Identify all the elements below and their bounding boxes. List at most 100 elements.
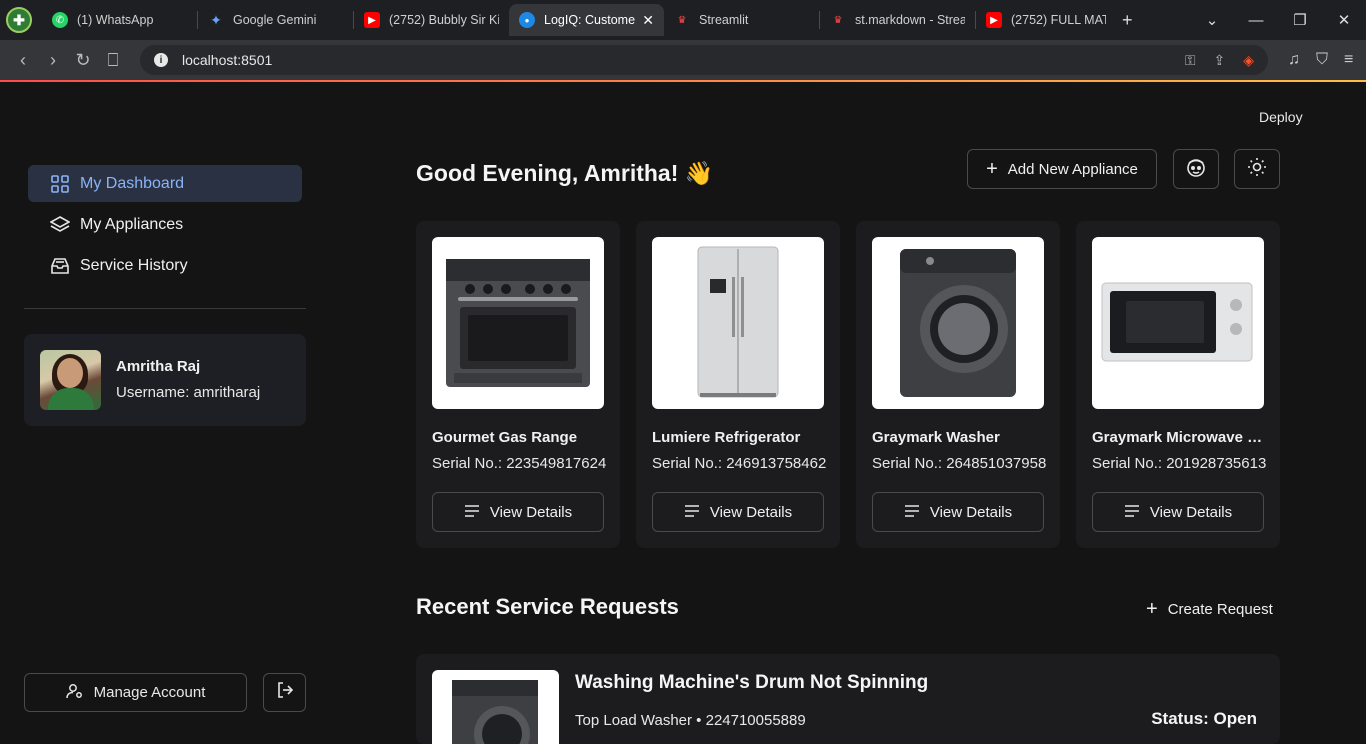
url-field[interactable]: i localhost:8501 ⚿ ⇪ ◈ [140,45,1268,75]
toolbar-right: ♫ ⛉ ≡ [1288,51,1353,69]
create-request-button[interactable]: + Create Request [1146,599,1273,619]
new-tab-icon[interactable]: + [1122,10,1133,31]
restore-icon[interactable]: ❐ [1278,11,1322,29]
back-icon[interactable]: ‹ [8,50,38,71]
inbox-icon [50,256,70,276]
request-title: Washing Machine's Drum Not Spinning [575,672,929,693]
sidebar-item-service-history[interactable]: Service History [28,247,302,284]
browser-tab-whatsapp[interactable]: ✆ (1) WhatsApp [42,4,197,36]
browser-tab-gemini[interactable]: ✦ Google Gemini [198,4,353,36]
appliance-card: Graymark Washer Serial No.: 264851037958… [856,221,1060,548]
app-icon: ● [519,12,535,28]
appliance-card: Graymark Microwave Oven Serial No.: 2019… [1076,221,1280,548]
status-badge: Status: Open [1151,709,1257,728]
tab-title: (2752) FULL MATCH: [1011,13,1106,27]
streamlit-icon: ♛ [833,14,843,26]
appliance-image-microwave [1092,237,1264,409]
bot-icon [1185,156,1207,183]
sidebar-item-dashboard[interactable]: My Dashboard [28,165,302,202]
appliance-serial: Serial No.: 223549817624 [432,455,607,472]
music-icon[interactable]: ♫ [1288,51,1300,69]
appliance-name: Gourmet Gas Range [432,429,578,446]
url-actions: ⚿ ⇪ ◈ [1185,52,1254,69]
request-subtitle: Top Load Washer • 224710055889 [575,712,806,729]
reload-icon[interactable]: ↻ [68,50,98,71]
url-text: localhost:8501 [182,52,273,68]
profile-username: Username: amritharaj [116,384,261,401]
key-icon[interactable]: ⚿ [1185,52,1196,69]
details-lines-icon [684,504,700,521]
logout-icon [276,681,294,704]
browser-tab-st-markdown[interactable]: ♛ st.markdown - Strea [820,4,975,36]
whatsapp-icon: ✆ [52,12,68,28]
forward-icon[interactable]: › [38,50,68,71]
view-details-label: View Details [489,503,573,521]
share-icon[interactable]: ⇪ [1213,52,1225,69]
appliance-name: Graymark Microwave Oven [1092,429,1268,446]
tab-title: (1) WhatsApp [77,13,154,27]
details-lines-icon [464,504,480,521]
sidebar-divider [24,308,306,309]
logout-button[interactable] [263,673,306,712]
view-details-button[interactable]: View Details [872,492,1044,532]
vpn-icon[interactable]: ⛉ [1316,51,1328,69]
browser-tab-bar: ✚ ✆ (1) WhatsApp ✦ Google Gemini ▶ (2752… [0,0,1366,40]
bookmark-icon[interactable]: ⎕ [98,50,128,71]
appliance-name: Lumiere Refrigerator [652,429,801,446]
site-info-icon[interactable]: i [154,53,168,67]
appliance-image-refrigerator [652,237,824,409]
appliance-image-washer [872,237,1044,409]
appliance-serial: Serial No.: 246913758462 [652,455,827,472]
streamlit-icon: ♛ [677,14,687,26]
service-request-card[interactable]: Washing Machine's Drum Not Spinning Top … [416,654,1280,744]
theme-toggle-button[interactable] [1234,149,1280,189]
browser-address-bar: ‹ › ↻ ⎕ i localhost:8501 ⚿ ⇪ ◈ ♫ ⛉ ≡ [0,40,1366,80]
tab-list-chevron-icon[interactable]: ⌄ [1190,11,1234,29]
view-details-button[interactable]: View Details [432,492,604,532]
add-appliance-label: Add New Appliance [1007,160,1138,178]
plus-icon: + [1146,598,1158,620]
appliance-name: Graymark Washer [872,429,1000,446]
tab-title: Google Gemini [233,13,317,27]
deploy-button[interactable]: Deploy [1259,109,1303,125]
browser-profile-icon[interactable]: ✚ [6,7,32,33]
manage-account-label: Manage Account [93,684,206,701]
view-details-button[interactable]: View Details [652,492,824,532]
view-details-button[interactable]: View Details [1092,492,1264,532]
browser-tab-youtube-1[interactable]: ▶ (2752) Bubbly Sir Ki [354,4,509,36]
browser-tab-logiq[interactable]: ● LogIQ: Custome ✕ [509,4,664,36]
user-settings-icon [65,683,84,703]
youtube-icon: ▶ [364,12,380,28]
tab-title: LogIQ: Custome [544,13,636,27]
view-details-label: View Details [709,503,793,521]
brave-shield-icon[interactable]: ◈ [1243,52,1254,69]
view-details-label: View Details [929,503,1013,521]
plus-icon: + [986,158,998,180]
sidebar-item-appliances[interactable]: My Appliances [28,206,302,243]
appliance-card: Lumiere Refrigerator Serial No.: 2469137… [636,221,840,548]
view-details-label: View Details [1149,503,1233,521]
sidebar-item-label: Service History [80,256,188,274]
manage-account-button[interactable]: Manage Account [24,673,247,712]
gemini-icon: ✦ [210,11,222,28]
window-controls: ⌄ — ❐ ✕ [1190,0,1366,40]
create-request-label: Create Request [1167,600,1273,618]
profile-name: Amritha Raj [116,358,201,375]
add-appliance-button[interactable]: + Add New Appliance [967,149,1157,189]
sidebar-item-label: My Dashboard [80,174,185,192]
tab-title: Streamlit [699,13,749,27]
browser-tab-youtube-2[interactable]: ▶ (2752) FULL MATCH: [976,4,1116,36]
close-window-icon[interactable]: ✕ [1322,11,1366,29]
layers-icon [50,215,70,235]
appliance-image-gas-range [432,237,604,409]
assistant-button[interactable] [1173,149,1219,189]
tab-title: (2752) Bubbly Sir Ki [389,13,499,27]
menu-icon[interactable]: ≡ [1344,51,1353,69]
details-lines-icon [904,504,920,521]
appliance-serial: Serial No.: 264851037958 [872,455,1047,472]
close-tab-icon[interactable]: ✕ [642,12,654,29]
browser-tab-streamlit[interactable]: ♛ Streamlit [664,4,819,36]
minimize-icon[interactable]: — [1234,12,1278,29]
section-title: Recent Service Requests [416,594,679,619]
sidebar: My Dashboard My Appliances Service Histo… [0,82,330,728]
